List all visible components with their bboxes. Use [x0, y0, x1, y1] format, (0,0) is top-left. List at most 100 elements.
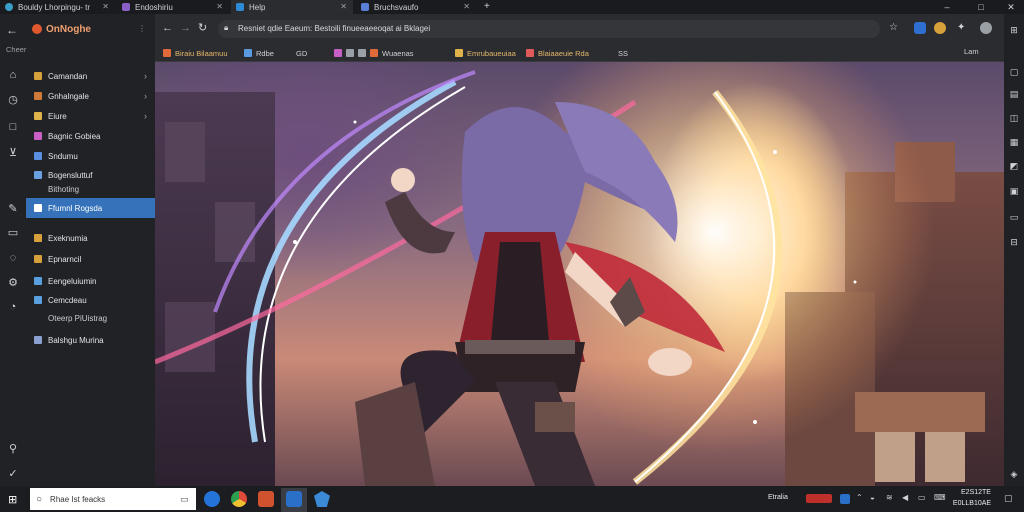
chevron-right-icon: › — [144, 91, 147, 101]
edge-icon[interactable] — [204, 491, 220, 507]
clock-time[interactable]: E2S12TE — [956, 489, 996, 496]
sidebar-item-label: Epnarncil — [48, 254, 82, 264]
sidebar-item-label: Gnhalngale — [48, 91, 89, 101]
sidebar-item-selected[interactable]: Ffumnl Rogsda — [26, 198, 155, 218]
tray-app-icon[interactable] — [840, 494, 850, 504]
network-icon[interactable]: ◒ — [870, 493, 875, 502]
bookmark-item[interactable]: Biraiu Bilaamuu — [163, 47, 228, 59]
new-tab-button[interactable]: + — [484, 0, 490, 14]
bookmark-icon — [163, 49, 171, 57]
reload-button[interactable]: ↻ — [198, 21, 207, 34]
wifi-icon[interactable]: ≋ — [886, 493, 893, 502]
back-button[interactable]: ← — [162, 22, 173, 34]
sidebar-item[interactable]: Cemcdeau — [26, 291, 155, 309]
tab-close-icon[interactable]: ✕ — [102, 2, 109, 11]
tab-label: Endoshiriu — [135, 2, 173, 12]
sidebar-item-label: Exeknumia — [48, 233, 88, 243]
windows-start-icon[interactable]: ⊞ — [8, 493, 17, 506]
menu-item-icon — [34, 336, 42, 344]
bookmark-item[interactable]: SS — [618, 47, 628, 59]
document-icon[interactable]: ▭ — [6, 226, 20, 240]
tab-close-icon[interactable]: ✕ — [216, 2, 223, 11]
sidebar-item-label: Sndumu — [48, 151, 78, 161]
sidebar-item[interactable]: Bagnic Gobiea — [26, 127, 155, 145]
clock-date[interactable]: E0LLB10AE — [948, 500, 996, 507]
keyboard-icon[interactable]: ⌨ — [934, 493, 946, 502]
panel-icon[interactable]: ⊞ — [1008, 24, 1020, 36]
browser-tab[interactable]: Endoshiriu ✕ — [117, 0, 229, 14]
taskbar-search-input[interactable]: ○ Rhae Ist feacks — [30, 488, 196, 510]
extension-icon[interactable] — [914, 22, 926, 34]
sidebar-item-label: Cemcdeau — [48, 295, 87, 305]
bookmark-icon — [346, 49, 354, 57]
panel-icon[interactable]: ◫ — [1008, 112, 1020, 124]
sidebar-item[interactable]: Sndumu — [26, 147, 155, 165]
app-icon[interactable] — [258, 491, 274, 507]
extension-icon[interactable] — [934, 22, 946, 34]
browser-app-icon[interactable] — [286, 491, 302, 507]
panel-icon[interactable]: ▢ — [1008, 66, 1020, 78]
sidebar-item[interactable]: Eengeluiumin — [26, 272, 155, 290]
clock-icon[interactable]: ◔ — [6, 300, 20, 314]
close-window-button[interactable]: ✕ — [1000, 0, 1022, 14]
menu-item-icon — [34, 296, 42, 304]
sidebar-item[interactable]: Epnarncil — [26, 250, 155, 268]
forward-button[interactable]: → — [180, 22, 191, 34]
panel-icon[interactable]: ▤ — [1008, 88, 1020, 100]
sidebar-item[interactable]: Camandan › — [26, 67, 155, 85]
bookmark-item[interactable]: Emrubaueuiaa — [455, 47, 516, 59]
tab-close-icon[interactable]: ✕ — [463, 2, 470, 11]
link-icon[interactable]: ⚲ — [6, 442, 20, 456]
panel-icon[interactable]: ◩ — [1008, 160, 1020, 172]
bookmark-item[interactable]: GD — [296, 47, 307, 59]
panel-icon[interactable]: ◈ — [1008, 468, 1020, 480]
sidebar-item[interactable]: Bogensluttuf — [26, 166, 155, 184]
settings-icon[interactable]: ⚙ — [6, 276, 20, 290]
browser-tab-active[interactable]: Help ✕ — [231, 0, 353, 14]
bookmark-item[interactable]: Rdbe — [244, 47, 274, 59]
browser-tab[interactable]: Bouldy Lhorpingu- tr ✕ — [0, 0, 115, 14]
puzzle-icon[interactable]: ✦ — [957, 22, 965, 33]
panel-icon[interactable]: ▣ — [1008, 185, 1020, 197]
tab-close-icon[interactable]: ✕ — [340, 2, 347, 11]
download-icon[interactable]: ⊻ — [6, 146, 20, 160]
history-icon[interactable]: ◷ — [6, 93, 20, 107]
home-icon[interactable]: ⌂ — [6, 68, 20, 82]
sidebar-item[interactable]: Gnhalngale › — [26, 87, 155, 105]
app-logo-icon — [32, 24, 42, 34]
battery-icon[interactable]: ▭ — [918, 493, 926, 502]
sidebar-item-label: Eiure — [48, 111, 67, 121]
volume-icon[interactable]: ◀︎ — [902, 493, 908, 502]
pen-icon[interactable]: ✎ — [6, 202, 20, 216]
tray-badge[interactable] — [806, 494, 832, 503]
notification-icon[interactable]: ▢ — [1004, 493, 1013, 504]
sidebar-subitem[interactable]: Oteerp PiUistrag — [48, 312, 107, 326]
page-icon — [122, 3, 130, 11]
chevron-up-icon[interactable]: ⌃ — [856, 493, 863, 502]
chrome-icon[interactable] — [231, 491, 247, 507]
avatar[interactable] — [980, 22, 992, 34]
minimize-button[interactable]: – — [936, 0, 958, 14]
back-arrow-icon[interactable]: ← — [6, 23, 18, 37]
sidebar-item[interactable]: Exeknumia — [26, 229, 155, 247]
bookmark-item[interactable]: Blaiaaeuie Rda — [526, 47, 589, 59]
panel-icon[interactable]: ▭ — [1008, 211, 1020, 223]
square-icon[interactable]: □ — [6, 120, 20, 134]
page-icon — [361, 3, 369, 11]
bookmarks-overflow[interactable]: Lam — [964, 47, 979, 56]
chat-icon[interactable]: ◌ — [6, 251, 20, 265]
panel-icon[interactable]: ⊟ — [1008, 236, 1020, 248]
sidebar-item[interactable]: Eiure › — [26, 107, 155, 125]
bookmark-item[interactable]: Wuaenas — [334, 47, 414, 59]
sidebar-menu-icon[interactable]: ⋮ — [138, 24, 146, 33]
check-circle-icon[interactable]: ✓ — [6, 467, 20, 481]
maximize-button[interactable]: □ — [970, 0, 992, 14]
panel-icon[interactable]: ▦ — [1008, 136, 1020, 148]
sidebar-item[interactable]: Balshgu Murina — [26, 331, 155, 349]
task-view-icon[interactable]: ▭ — [180, 494, 189, 505]
address-text[interactable]: Resniet qdie Eaeum: Bestoili finueeaeeoq… — [238, 24, 430, 33]
sidebar-subitem[interactable]: Bithoting — [48, 183, 79, 197]
browser-tab[interactable]: Bruchsvaufo ✕ — [356, 0, 476, 14]
star-icon[interactable]: ☆ — [889, 22, 898, 33]
sidebar-item-label: Camandan — [48, 71, 88, 81]
